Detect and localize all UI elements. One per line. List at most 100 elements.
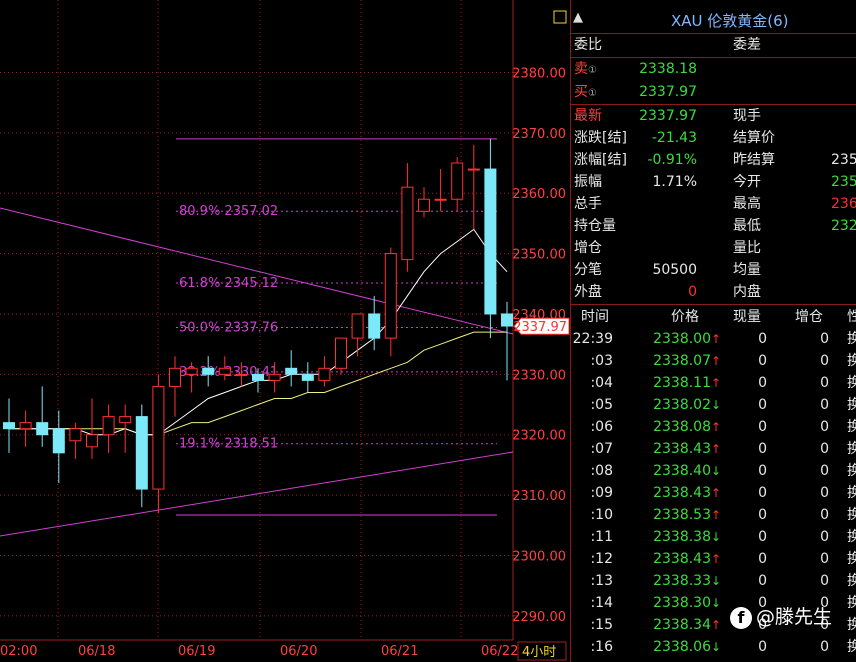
candle-body[interactable] xyxy=(467,168,480,171)
tick-row[interactable]: :10 2338.53↑ 0 0 换 xyxy=(571,504,856,526)
column-header[interactable]: 现量 xyxy=(733,306,761,328)
candle-body[interactable] xyxy=(36,422,49,436)
candle-body[interactable] xyxy=(102,416,115,436)
tick-oi-change: 0 xyxy=(820,573,829,589)
candle-body[interactable] xyxy=(351,313,364,339)
candle-body[interactable] xyxy=(135,416,148,490)
candle-body[interactable] xyxy=(268,373,281,381)
tick-row[interactable]: :08 2338.40↓ 0 0 换 xyxy=(571,460,856,482)
candle-body[interactable] xyxy=(451,162,464,200)
tick-row[interactable]: :04 2338.11↑ 0 0 换 xyxy=(571,372,856,394)
tick-price: 2338.43 xyxy=(653,551,711,567)
candle-body[interactable] xyxy=(335,337,347,369)
candle-body[interactable] xyxy=(384,253,397,339)
candle-body[interactable] xyxy=(52,428,65,454)
stat-label: 外盘 xyxy=(574,284,602,300)
stat-label: 总手 xyxy=(574,196,602,212)
panel-toggle-icon[interactable] xyxy=(553,10,567,24)
tick-oi-change: 0 xyxy=(820,507,829,523)
column-header[interactable]: 价格 xyxy=(671,306,699,328)
sell-label: 卖① xyxy=(574,61,597,77)
tick-row[interactable]: :06 2338.08↑ 0 0 换 xyxy=(571,416,856,438)
tick-row[interactable]: :16 2338.06↓ 0 0 换 xyxy=(571,636,856,658)
tick-time: :06 xyxy=(590,419,613,435)
tick-time: :09 xyxy=(590,485,613,501)
candle-body[interactable] xyxy=(202,367,215,375)
tick-price: 2338.43 xyxy=(653,485,711,501)
fib-level-label: 50.0% 2337.76 xyxy=(179,320,278,335)
buy-label: 买① xyxy=(574,84,597,100)
tick-time: :15 xyxy=(590,617,613,633)
column-header[interactable]: 性 xyxy=(847,306,856,328)
candle-body[interactable] xyxy=(484,168,497,315)
tick-oi-change: 0 xyxy=(820,397,829,413)
candle-body[interactable] xyxy=(235,373,248,376)
sell-row[interactable]: 卖① 2338.18 xyxy=(571,58,856,80)
y-tick-label: 2300.00 xyxy=(512,549,566,564)
buy-row[interactable]: 买① 2337.97 xyxy=(571,81,856,103)
stat-value: 50500 xyxy=(652,262,697,278)
tick-volume: 0 xyxy=(758,331,767,347)
price-chart[interactable]: 2290.002300.002310.002320.002330.002340.… xyxy=(0,0,570,662)
candle-body[interactable] xyxy=(19,422,32,430)
tick-row[interactable]: :11 2338.38↓ 0 0 换 xyxy=(571,526,856,548)
y-tick-label: 2320.00 xyxy=(512,429,566,444)
stat-row: 振幅 1.71% 今开 235 xyxy=(571,171,856,193)
candle-body[interactable] xyxy=(152,385,165,490)
weibi-row: 委比 委差 xyxy=(571,34,856,56)
column-header[interactable]: 增仓 xyxy=(795,306,823,328)
tick-row[interactable]: :07 2338.43↑ 0 0 换 xyxy=(571,438,856,460)
tick-row[interactable]: :09 2338.43↑ 0 0 换 xyxy=(571,482,856,504)
stat-row: 持仓量 最低 232 xyxy=(571,215,856,237)
weicha-label: 委差 xyxy=(733,37,761,53)
tick-row[interactable]: :03 2338.07↑ 0 0 换 xyxy=(571,350,856,372)
tick-row[interactable]: 22:39 2338.00↑ 0 0 换 xyxy=(571,328,856,350)
candle-body[interactable] xyxy=(119,416,132,424)
tick-price: 2338.53 xyxy=(653,507,711,523)
tick-row[interactable]: :05 2338.02↓ 0 0 换 xyxy=(571,394,856,416)
tick-price: 2338.34 xyxy=(653,617,711,633)
tick-oi-change: 0 xyxy=(820,529,829,545)
info-icon: ① xyxy=(588,88,597,99)
candle-body[interactable] xyxy=(3,422,15,430)
candle-body[interactable] xyxy=(69,428,82,442)
tick-volume: 0 xyxy=(758,441,767,457)
buy-value: 2337.97 xyxy=(639,84,697,100)
tick-row[interactable]: :13 2338.33↓ 0 0 换 xyxy=(571,570,856,592)
weibi-label: 委比 xyxy=(574,37,602,53)
tick-time: :05 xyxy=(590,397,613,413)
tick-oi-change: 0 xyxy=(820,331,829,347)
tick-volume: 0 xyxy=(758,551,767,567)
candle-body[interactable] xyxy=(285,367,298,375)
tick-row[interactable]: :12 2338.43↑ 0 0 换 xyxy=(571,548,856,570)
tick-type: 换 xyxy=(847,592,856,614)
candle-body[interactable] xyxy=(434,198,447,201)
tick-type: 换 xyxy=(847,438,856,460)
tick-price: 2338.06 xyxy=(653,639,711,655)
candle-body[interactable] xyxy=(401,186,414,261)
candle-body[interactable] xyxy=(169,367,181,387)
tick-price: 2338.40 xyxy=(653,463,711,479)
fib-level-label: 61.8% 2345.12 xyxy=(179,276,278,291)
tick-time: :08 xyxy=(590,463,613,479)
tick-direction-icon: ↑ xyxy=(711,552,722,566)
candle-body[interactable] xyxy=(252,373,264,381)
tick-type: 换 xyxy=(847,570,856,592)
tick-price: 2338.02 xyxy=(653,397,711,413)
tick-volume: 0 xyxy=(758,573,767,589)
tick-direction-icon: ↑ xyxy=(711,508,722,522)
instrument-title[interactable]: XAU 伦敦黄金(6) xyxy=(671,10,789,31)
candle-body[interactable] xyxy=(185,367,198,375)
candle-body[interactable] xyxy=(368,313,381,339)
candle-body[interactable] xyxy=(418,198,430,212)
column-header[interactable]: 时间 xyxy=(581,306,609,328)
candle-body[interactable] xyxy=(301,373,314,381)
current-price-label: 2337.97 xyxy=(513,320,567,335)
tick-oi-change: 0 xyxy=(820,375,829,391)
panel-header: ▲ XAU 伦敦黄金(6) xyxy=(571,8,856,32)
candle-body[interactable] xyxy=(218,367,231,375)
candle-body[interactable] xyxy=(501,313,513,327)
candle-body[interactable] xyxy=(86,434,98,448)
timeframe-label[interactable]: 4小时 xyxy=(522,645,556,660)
candle-body[interactable] xyxy=(318,367,331,381)
